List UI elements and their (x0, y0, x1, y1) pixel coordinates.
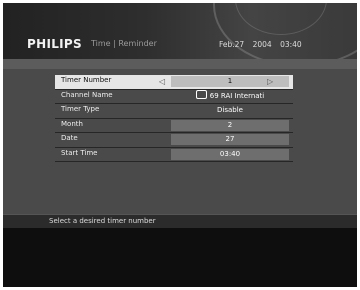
top-divider-bar (3, 59, 357, 69)
menu-row-month[interactable]: Month 2 (55, 119, 293, 133)
menu-label: Start Time (61, 148, 98, 157)
tv-display: PHILIPS Time | Reminder Feb.27 2004 03:4… (3, 3, 357, 287)
header: PHILIPS Time | Reminder Feb.27 2004 03:4… (3, 3, 357, 67)
tv-icon (195, 90, 207, 99)
menu-label: Date (61, 134, 78, 142)
current-time: 03:40 (280, 40, 302, 49)
menu-label: Timer Type (61, 105, 100, 113)
menu-row-date[interactable]: Date 27 (55, 133, 293, 148)
screen: PHILIPS Time | Reminder Feb.27 2004 03:4… (0, 0, 360, 290)
month-value[interactable]: 2 (171, 119, 289, 131)
channel-name-text: 69 RAI Internati (209, 91, 265, 100)
current-date: Feb.27 2004 (219, 40, 272, 49)
menu-row-start-time[interactable]: Start Time 03:40 (55, 148, 293, 162)
channel-name-value[interactable]: 69 RAI Internati (171, 90, 289, 102)
datetime: Feb.27 2004 03:40 (219, 40, 302, 49)
start-time-value[interactable]: 03:40 (171, 148, 289, 160)
status-bar: Select a desired timer number (3, 214, 357, 228)
menu-row-timer-number[interactable]: Timer Number ◁ 1 ▷ (55, 75, 293, 90)
arrow-left-icon[interactable]: ◁ (159, 76, 165, 87)
menu-label: Timer Number (61, 76, 112, 84)
arrow-right-icon[interactable]: ▷ (267, 76, 273, 87)
menu-label: Channel Name (61, 90, 113, 99)
menu-label: Month (61, 119, 83, 128)
breadcrumb: Time | Reminder (91, 39, 157, 48)
brand-logo: PHILIPS (27, 37, 82, 51)
menu-row-channel-name[interactable]: Channel Name 69 RAI Internati (55, 90, 293, 104)
menu-row-timer-type[interactable]: Timer Type Disable (55, 104, 293, 119)
bottom-area (3, 228, 357, 287)
status-hint: Select a desired timer number (49, 217, 156, 225)
date-value[interactable]: 27 (171, 134, 289, 145)
timer-menu: Timer Number ◁ 1 ▷ Channel Name 69 RAI I… (55, 75, 293, 162)
timer-type-value[interactable]: Disable (171, 105, 289, 116)
